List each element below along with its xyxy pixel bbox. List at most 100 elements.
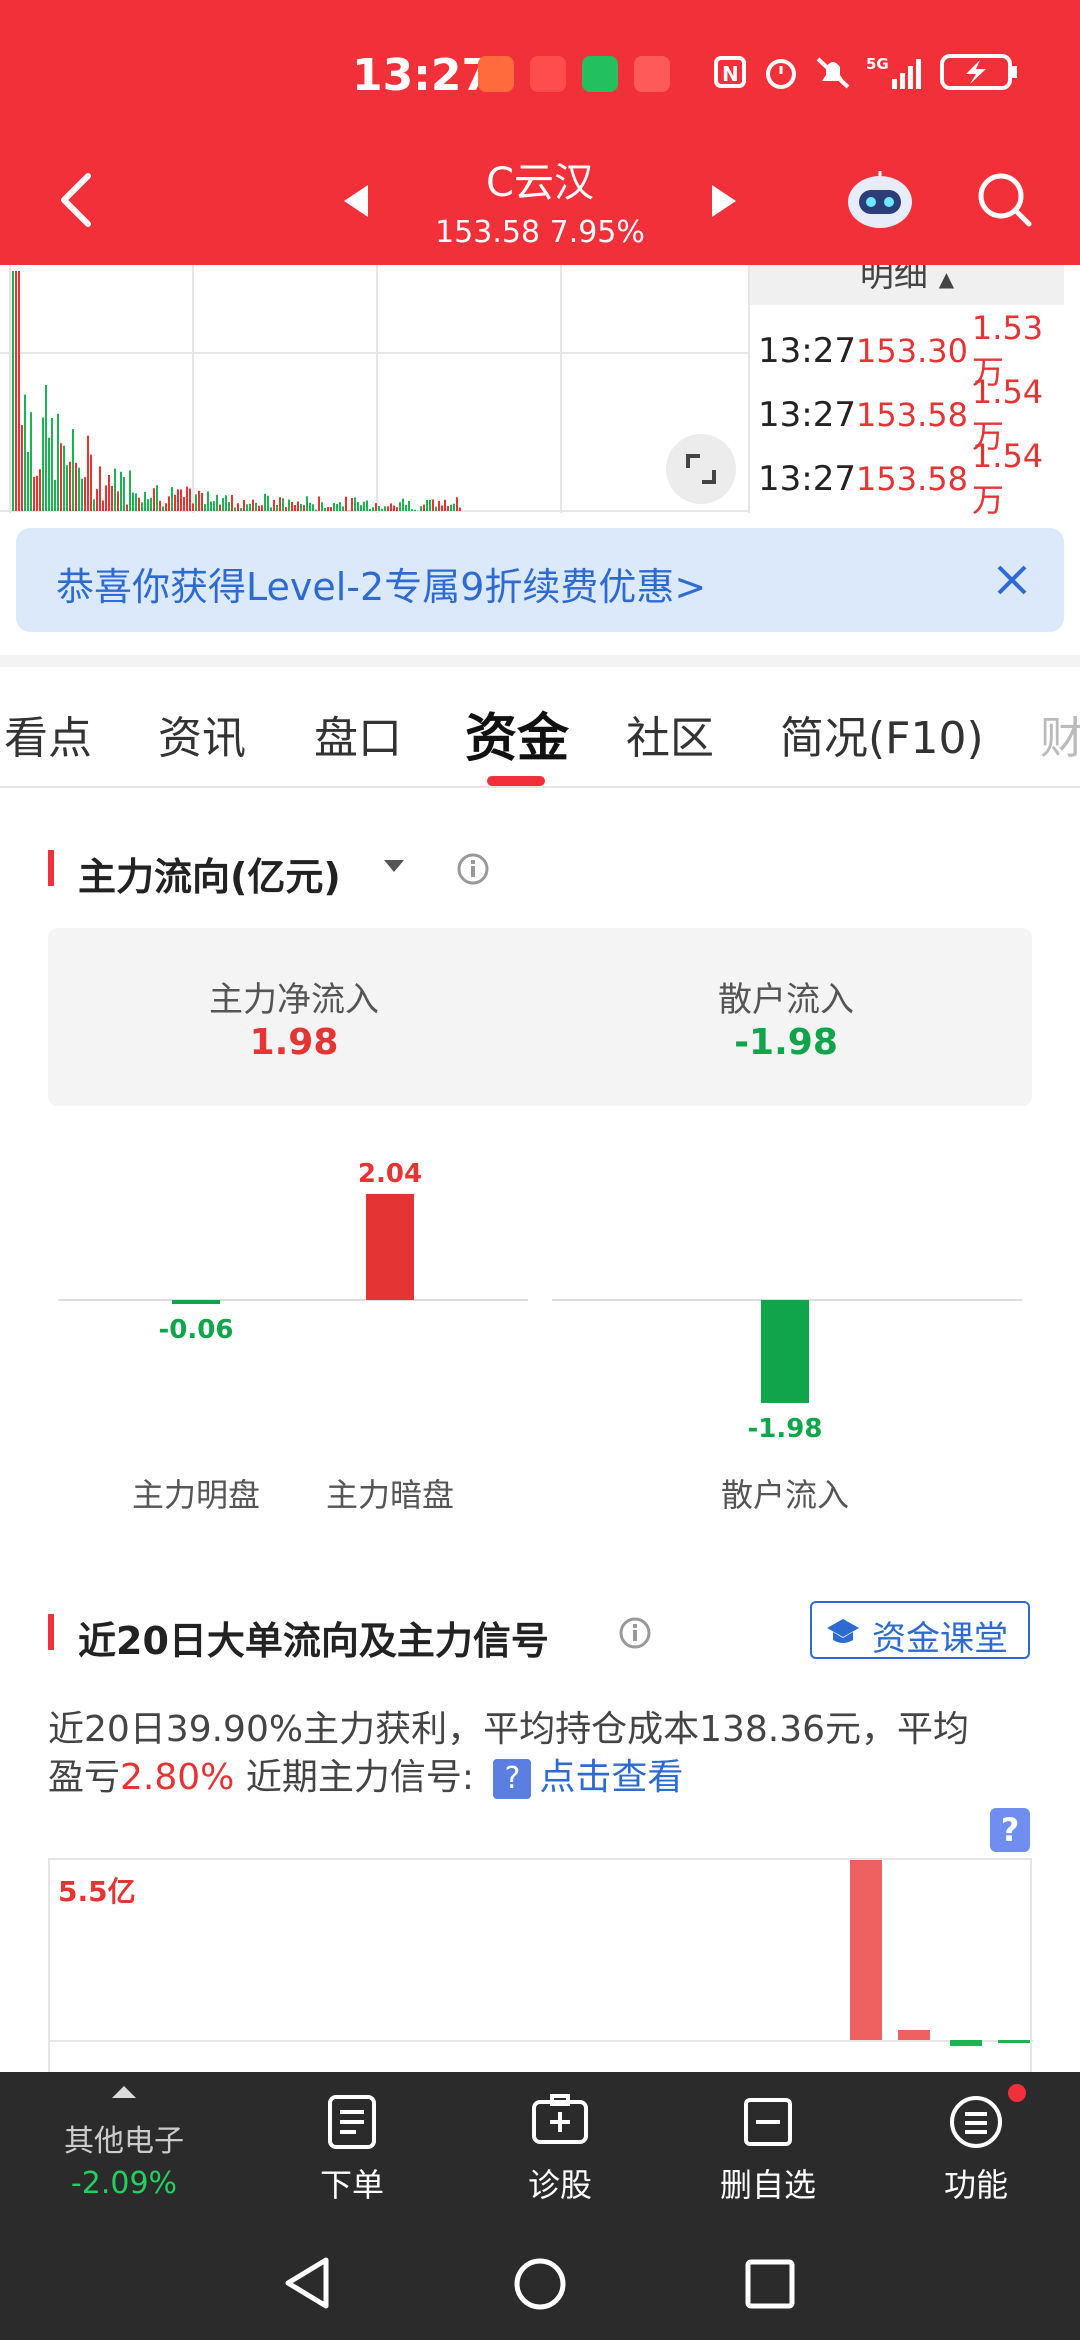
volume-bar [42,417,44,511]
volume-bar [423,504,425,511]
tab-highlights[interactable]: 看点 [4,702,92,766]
volume-bar [354,497,356,511]
volume-bar [360,505,362,511]
diagnose-icon [532,2094,588,2144]
volume-bar [183,496,185,511]
detail-header[interactable]: 明细 ▲ [750,265,1064,305]
ai-robot-icon[interactable] [845,170,915,230]
volume-bar [225,495,227,511]
promo-banner-text[interactable]: 恭喜你获得Level-2专属9折续费优惠> [56,556,706,611]
volume-bar [192,503,194,511]
volume-bar [108,474,110,511]
info-icon[interactable] [456,852,490,886]
volume-bar [144,491,146,511]
system-navigation-bar [0,2220,1080,2340]
volume-bar [222,498,224,511]
retail-inflow-label: 散户流入 [718,980,854,1020]
volume-bar [414,509,416,511]
volume-bar [111,485,113,511]
volume-bar [186,486,188,511]
volume-bar [441,505,443,511]
volume-bar [324,507,326,511]
volume-bar [456,497,458,511]
volume-bar [45,385,47,511]
volume-bar [321,502,323,511]
search-icon[interactable] [975,170,1033,228]
sector-name: 其他电子 [64,2124,184,2159]
flow-bar [761,1300,809,1403]
sector-indicator[interactable]: 其他电子 -2.09% [44,2072,204,2220]
tab-news[interactable]: 资讯 [158,702,246,766]
question-icon[interactable]: ? [493,1759,532,1799]
help-icon[interactable]: ? [990,1808,1030,1852]
volume-bar [267,495,269,511]
dropdown-caret-icon[interactable] [382,858,406,874]
prev-stock-arrow-icon[interactable] [344,185,368,217]
avg-profit-loss-percent: 2.80% [120,1757,235,1798]
volume-bar [339,502,341,511]
close-icon[interactable] [996,564,1028,596]
volume-bar [312,504,314,511]
trade-detail-panel[interactable]: 明细 ▲ 13:27 153.30 1.53万 13:27 153.58 1.54万 1… [748,265,1064,519]
volume-bar [165,503,167,511]
detail-row: 13:27 153.58 1.54万 [750,437,1064,519]
remove-watchlist-button[interactable]: 删自选 [688,2072,848,2220]
volume-bar [249,503,251,511]
volume-bar [270,507,272,511]
volume-bar [297,501,299,511]
volume-bar [279,497,281,511]
volume-bar [336,504,338,511]
big-order-description: 近20日39.90%主力获利，平均持仓成本138.36元，平均 盈亏2.80% … [48,1706,1048,1802]
diagnose-stock-button[interactable]: 诊股 [480,2072,640,2220]
volume-bar [234,507,236,511]
volume-bar [210,501,212,511]
volume-bar [162,506,164,511]
volume-bar [216,495,218,511]
volume-bar [330,506,332,511]
tab-order-book[interactable]: 盘口 [314,702,402,766]
stock-name: C云汉 [486,160,594,206]
volume-bar [435,506,437,511]
volume-bar [177,489,179,511]
tab-capital[interactable]: 资金 [465,696,569,771]
info-icon[interactable] [618,1616,652,1650]
retail-inflow-value: -1.98 [734,1022,838,1063]
back-icon[interactable] [56,170,96,230]
tab-community[interactable]: 社区 [626,702,714,766]
volume-bar [303,505,305,511]
volume-bar [93,499,95,511]
status-time: 13:27 [352,50,493,101]
capital-class-button[interactable]: 资金课堂 [810,1601,1030,1659]
desc-text: 盈亏 [48,1757,121,1798]
volume-bar [48,437,50,511]
volume-bar [405,504,407,511]
main-flow-title[interactable]: 主力流向(亿元) [78,846,341,901]
volume-bar [372,507,374,511]
expand-up-icon [112,2086,136,2098]
volume-bar [363,501,365,511]
nav-back-icon[interactable] [282,2256,332,2310]
main-net-inflow-label: 主力净流入 [209,980,379,1020]
functions-label: 功能 [943,2166,1008,2204]
functions-button[interactable]: 功能 [896,2072,1056,2220]
tab-finance[interactable]: 财 [1040,702,1080,766]
volume-bar [459,507,461,511]
next-stock-arrow-icon[interactable] [712,185,736,217]
volume-bar [387,506,389,511]
volume-bar [18,271,20,511]
view-signal-link[interactable]: 点击查看 [539,1757,683,1798]
app-header: 13:27 N 5G C云汉 153.58 7.95% [0,0,1080,265]
expand-chart-button[interactable] [666,434,736,504]
diagnose-stock-label: 诊股 [527,2166,592,2204]
nav-recents-icon[interactable] [744,2258,796,2310]
nav-home-icon[interactable] [512,2256,568,2312]
volume-bar [129,470,131,511]
detail-price: 153.58 [855,460,968,498]
volume-bar [342,506,344,511]
promo-banner[interactable]: 恭喜你获得Level-2专属9折续费优惠> [16,528,1064,632]
volume-bar [204,504,206,511]
volume-bar [57,413,59,511]
volume-bar [219,504,221,511]
place-order-button[interactable]: 下单 [272,2072,432,2220]
tab-f10-overview[interactable]: 简况(F10) [780,702,984,766]
